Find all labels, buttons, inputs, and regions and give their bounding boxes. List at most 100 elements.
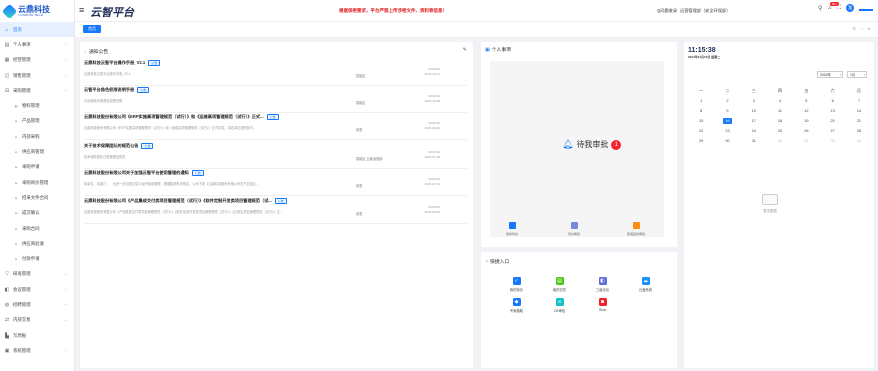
calendar-day[interactable]: 11: [767, 106, 793, 116]
calendar-day[interactable]: 21: [846, 116, 872, 126]
sidebar-item-label: 系统管理: [13, 347, 31, 353]
calendar-day[interactable]: 23: [714, 126, 740, 136]
weekday-header: 五: [804, 89, 809, 93]
personal-shortcut[interactable]: 我发起的审批: [605, 222, 667, 236]
calendar-day[interactable]: 26: [793, 126, 819, 136]
calendar-day[interactable]: 5: [793, 96, 819, 106]
menu-toggle-icon[interactable]: ≡: [79, 5, 84, 15]
notice-item[interactable]: 云智平台角色权限说明手册 公告 平台使用手册角色权限说明 智能区 00:00:00 202…: [84, 87, 467, 113]
calendar-day[interactable]: 22: [688, 126, 714, 136]
notice-date: 00:00:00 2023-06-20: [424, 205, 440, 214]
calendar-day[interactable]: 28: [846, 126, 872, 136]
logo[interactable]: 云鼎科技 YUNDING TECH: [0, 0, 74, 22]
sidebar-item[interactable]: ● 内部采购: [0, 129, 74, 144]
calendar-day[interactable]: 3: [741, 96, 767, 106]
sidebar-item[interactable]: ▽ 研发管理 ⌄: [0, 267, 74, 282]
username-bar[interactable]: [859, 9, 874, 11]
calendar-day[interactable]: 27: [819, 126, 845, 136]
calendar-day[interactable]: 4: [767, 96, 793, 106]
calendar-day[interactable]: 14: [846, 106, 872, 116]
calendar-day[interactable]: 03: [819, 136, 845, 146]
calendar-day[interactable]: 12: [793, 106, 819, 116]
calendar-day[interactable]: 19: [793, 116, 819, 126]
sidebar-item[interactable]: ⌂ 首页: [0, 22, 74, 38]
sidebar-item[interactable]: ● 采购合同: [0, 221, 74, 236]
quick-entry[interactable]: ◆ 专家抽取: [495, 298, 538, 313]
calendar-day[interactable]: 31: [741, 136, 767, 146]
notice-item[interactable]: 云鼎科技股份有限公司《产品集成交付类项目管理规范（试行）》《软件定制开发类项目管…: [84, 198, 467, 224]
avatar[interactable]: 我: [846, 4, 855, 12]
sidebar-item-label: 产品管理: [22, 118, 40, 124]
calendar-day[interactable]: 20: [819, 116, 845, 126]
collapse-icon[interactable]: ⇔: [860, 26, 864, 31]
month-select[interactable]: 1月 ▾: [847, 71, 867, 78]
calendar-day-today[interactable]: 16: [714, 116, 740, 126]
feedback-link[interactable]: Q问题收录: [657, 8, 677, 14]
calendar-day[interactable]: 04: [846, 136, 872, 146]
calendar-day[interactable]: 29: [688, 136, 714, 146]
sidebar-item[interactable]: ⊟ 采购管理 ⌄: [0, 83, 74, 98]
personal-shortcut[interactable]: 待办审批: [543, 222, 605, 236]
sidebar-item[interactable]: ▤ 个人事项 ⌄: [0, 37, 74, 52]
bell-icon[interactable]: ♫ 99+: [827, 2, 839, 11]
notice-item[interactable]: 关于技术保障团队的规范公告 公告 技术保障团队日常管理及规范 智能区 云鼎运营部 00:…: [84, 143, 467, 169]
calendar-day[interactable]: 1: [688, 96, 714, 106]
app: 云鼎科技 YUNDING TECH ⌂ 首页 ▤ 个人事项 ⌄ ▦ 经营管理 ⌄ ◫ 销售管理 ⌄ ⊟…: [0, 0, 878, 371]
search-icon[interactable]: ⚲: [818, 5, 822, 12]
sidebar-item[interactable]: ◍ 招聘管理 ⌄: [0, 297, 74, 312]
quick-entry[interactable]: ✓ 我的待办: [495, 277, 538, 292]
calendar-day[interactable]: 6: [819, 96, 845, 106]
quick-entry[interactable]: ◧ 三级论坛: [581, 277, 624, 292]
personal-shortcut[interactable]: 我的待办: [481, 222, 543, 236]
sidebar-item[interactable]: ▣ 系统管理 ⌄: [0, 343, 74, 358]
sidebar-item[interactable]: ● 供应商验收: [0, 236, 74, 251]
tab-home[interactable]: 首页: [83, 25, 101, 33]
quick-entry[interactable]: ∞ OA审批: [538, 298, 581, 313]
calendar-day[interactable]: 13: [819, 106, 845, 116]
sidebar-item[interactable]: ⇄ 内部交易 ⌄: [0, 313, 74, 328]
refresh-icon[interactable]: ↻: [853, 26, 856, 31]
sidebar-item[interactable]: ● 采购申请: [0, 160, 74, 175]
department-link[interactable]: 运营管理部（安全环保部）: [680, 8, 730, 14]
sidebar-item[interactable]: ● 成交确认: [0, 206, 74, 221]
quick-entry-icon: ◧: [598, 277, 607, 285]
sidebar-item[interactable]: ● 采购询价管理: [0, 175, 74, 190]
sidebar-item[interactable]: ◫ 销售管理 ⌄: [0, 68, 74, 83]
quick-entry[interactable]: ▤ 我的日历: [538, 277, 581, 292]
calendar-day[interactable]: 15: [688, 116, 714, 126]
notice-item[interactable]: 云鼎科技股份有限公司《ERP实施高项管理规范（试行）》和《运维高项管理规范（试行…: [84, 114, 467, 140]
calendar-day[interactable]: 8: [688, 106, 714, 116]
notice-item[interactable]: 云鼎科技云智平台操作手册_V2.1 公告 云鼎科技云智平台操作手册_V2.1 智能区 0…: [84, 60, 467, 86]
pending-label: 待我审批: [576, 140, 609, 149]
sidebar-item[interactable]: ▙ 写周报: [0, 328, 74, 343]
sidebar-item[interactable]: ◧ 会议管理 ⌄: [0, 282, 74, 297]
quick-entry[interactable]: ☁ 云盘系统: [624, 277, 667, 292]
notice-date: 00:00:00 2023-07-28: [424, 150, 440, 159]
sidebar-item[interactable]: ● 供应商管理: [0, 144, 74, 159]
sidebar-item[interactable]: ● 招采文件合同: [0, 190, 74, 205]
calendar-day[interactable]: 2: [714, 96, 740, 106]
chevron-down-icon[interactable]: ▾: [868, 26, 870, 31]
calendar-day[interactable]: 01: [767, 136, 793, 146]
calendar-day[interactable]: 24: [741, 126, 767, 136]
year-select[interactable]: 2024年 ▾: [817, 71, 843, 78]
empty-label: 暂无数据: [763, 209, 777, 213]
calendar-day[interactable]: 7: [846, 96, 872, 106]
pending-approval[interactable]: 🔔︎ 待我审批 1: [562, 139, 622, 150]
edit-icon[interactable]: ✎: [463, 47, 467, 53]
quick-entry[interactable]: ◙ Glow: [581, 298, 624, 313]
calendar-day[interactable]: 17: [741, 116, 767, 126]
sidebar-item[interactable]: ▦ 经营管理 ⌄: [0, 53, 74, 68]
shortcut-icon: [508, 222, 516, 229]
calendar-day[interactable]: 30: [714, 136, 740, 146]
calendar-day[interactable]: 9: [714, 106, 740, 116]
pending-box[interactable]: 🔔︎ 待我审批 1: [490, 61, 664, 237]
calendar-day[interactable]: 02: [793, 136, 819, 146]
sidebar-item[interactable]: ● 产品管理: [0, 114, 74, 129]
calendar-day[interactable]: 10: [741, 106, 767, 116]
sidebar-item[interactable]: ▥ 物料管理: [0, 98, 74, 113]
calendar-day[interactable]: 18: [767, 116, 793, 126]
calendar-day[interactable]: 25: [767, 126, 793, 136]
sidebar-item[interactable]: ● 付款申请: [0, 251, 74, 266]
notice-item[interactable]: 云鼎科技股份有限公司关于加强云智平台使用管理的通知 公告 各单位、各部门： 为进一步…: [84, 170, 467, 196]
